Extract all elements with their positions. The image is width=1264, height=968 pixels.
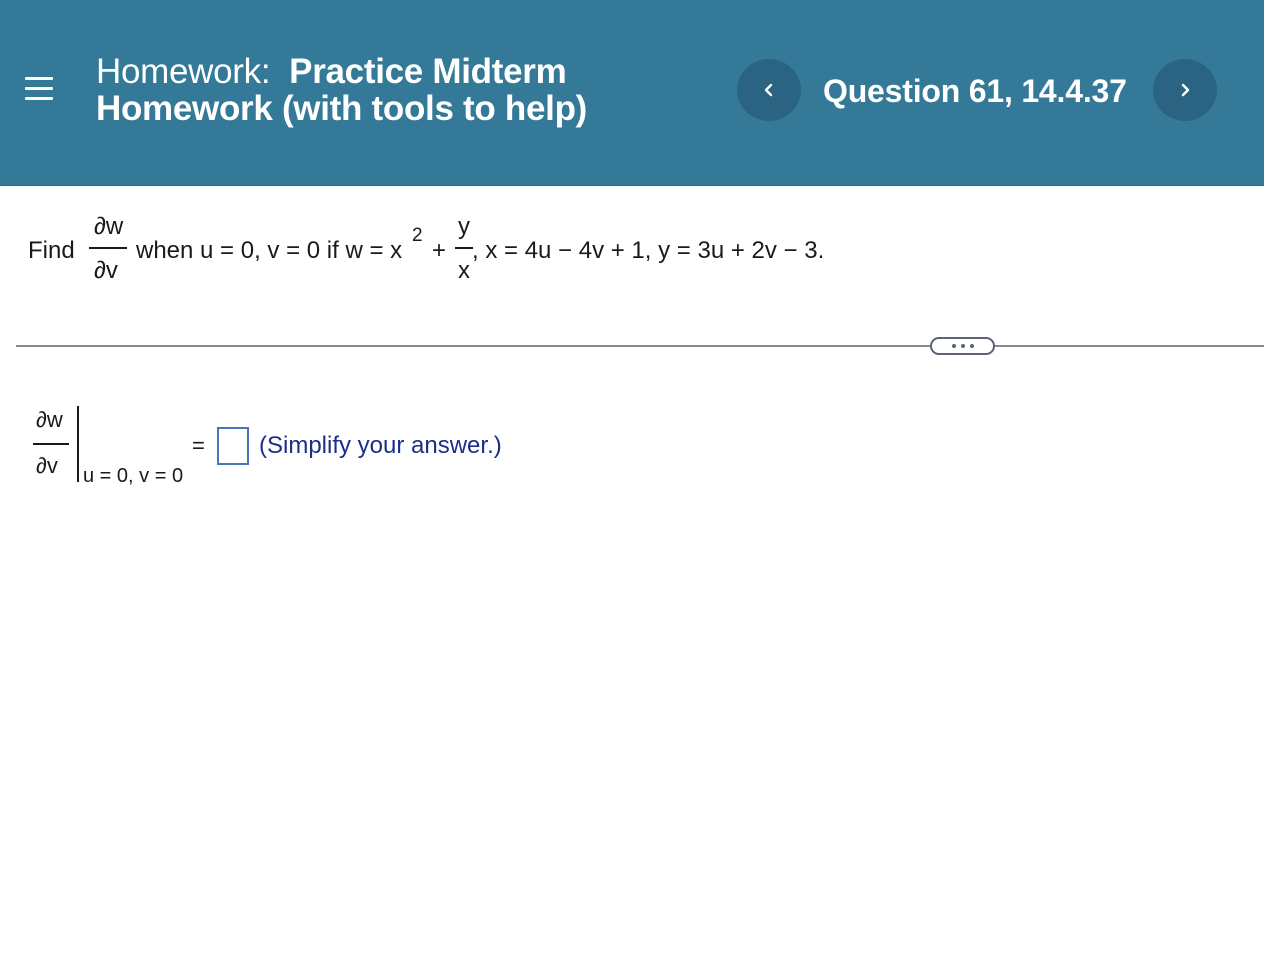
question-title: Question 61, 14.4.37 xyxy=(823,73,1127,109)
fraction-bar xyxy=(89,247,127,249)
more-options-icon xyxy=(951,344,956,348)
y-over-x-numerator: y xyxy=(458,213,470,240)
condition-text: when u = 0, v = 0 if w = x xyxy=(136,237,403,264)
chevron-left-icon xyxy=(764,83,773,97)
previous-question-button[interactable] xyxy=(737,59,801,121)
find-label: Find xyxy=(28,237,75,264)
fraction-numerator: ∂w xyxy=(94,213,124,240)
section-divider xyxy=(16,345,1264,347)
homework-label: Homework: xyxy=(96,52,271,91)
substitution-text: , x = 4u − 4v + 1, y = 3u + 2v − 3. xyxy=(472,237,825,264)
next-question-button[interactable] xyxy=(1153,59,1217,121)
evaluation-point: u = 0, v = 0 xyxy=(83,465,184,487)
evaluation-bar xyxy=(77,406,79,482)
chevron-right-icon xyxy=(1181,83,1190,97)
fraction-denominator: ∂v xyxy=(94,257,118,284)
top-header: Homework: Practice Midterm Homework (wit… xyxy=(0,0,1264,186)
answer-numerator: ∂w xyxy=(36,407,63,432)
answer-input[interactable] xyxy=(217,427,249,465)
y-over-x-denominator: x xyxy=(458,257,470,284)
hamburger-menu-icon[interactable] xyxy=(25,76,53,102)
exponent: 2 xyxy=(412,225,423,246)
equals-sign: = xyxy=(192,433,205,458)
answer-area: ∂w ∂v u = 0, v = 0 = (Simplify your answ… xyxy=(0,395,700,505)
answer-denominator: ∂v xyxy=(36,453,58,478)
homework-title: Homework: Practice Midterm Homework (wit… xyxy=(96,53,696,127)
plus-sign: + xyxy=(432,237,447,264)
more-options-button[interactable] xyxy=(930,337,995,355)
answer-fraction-bar xyxy=(33,443,69,445)
simplify-hint: (Simplify your answer.) xyxy=(259,432,502,459)
homework-name-line2: Homework (with tools to help) xyxy=(96,89,588,128)
problem-statement: Find ∂w ∂v when u = 0, v = 0 if w = x 2 … xyxy=(28,213,1128,293)
y-over-x-bar xyxy=(455,247,473,249)
homework-name-line1: Practice Midterm xyxy=(289,52,567,91)
